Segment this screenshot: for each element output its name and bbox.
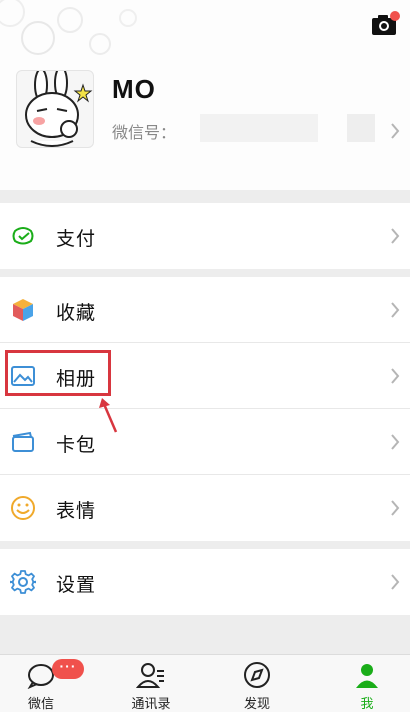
contacts-icon (136, 663, 164, 688)
avatar[interactable] (16, 70, 94, 148)
tab-contacts[interactable]: 通讯录 (110, 655, 192, 712)
menu-item-pay[interactable]: 支付 (0, 203, 410, 269)
wallet-icon (12, 227, 34, 245)
menu-item-stickers[interactable]: 表情 (0, 475, 410, 541)
tab-discover[interactable]: 发现 (216, 655, 298, 712)
person-icon (356, 664, 378, 688)
menu-label-cards: 卡包 (56, 435, 97, 456)
tab-me[interactable]: 我 (326, 655, 408, 712)
tab-label-contacts: 通讯录 (131, 696, 171, 711)
bottom-tab-bar: ··· 微信 通讯录 发现 我 (0, 654, 410, 712)
camera-icon[interactable] (370, 10, 400, 38)
chevron-right-icon (391, 368, 400, 384)
unread-badge: ··· (52, 659, 84, 679)
chevron-right-icon (391, 434, 400, 450)
bubble-decoration (0, 0, 137, 55)
gear-icon (10, 570, 36, 594)
menu-item-settings[interactable]: 设置 (0, 549, 410, 615)
album-highlight-box (5, 350, 111, 396)
compass-icon (244, 662, 270, 688)
menu-item-favorites[interactable]: 收藏 (0, 277, 410, 343)
menu-label-pay: 支付 (56, 229, 97, 250)
menu-label-favorites: 收藏 (56, 303, 97, 324)
menu-item-cards[interactable]: 卡包 (0, 409, 410, 475)
wechat-id-redacted (200, 114, 318, 142)
tab-label-discover: 发现 (243, 696, 270, 711)
smile-icon (11, 496, 35, 520)
profile-header[interactable]: MO 微信号： (0, 0, 410, 190)
chevron-right-icon (391, 574, 400, 590)
qr-code-icon[interactable] (347, 114, 375, 142)
cube-icon (13, 299, 33, 321)
tab-chats[interactable]: ··· 微信 (0, 655, 84, 712)
wechat-id-label: 微信号： (112, 125, 177, 142)
menu-label-stickers: 表情 (56, 501, 97, 522)
chevron-right-icon (391, 302, 400, 318)
chevron-right-icon (391, 228, 400, 244)
chevron-right-icon (391, 500, 400, 516)
annotation-arrow-icon (99, 398, 118, 433)
tab-label-me: 我 (360, 696, 374, 711)
chevron-right-icon (391, 123, 400, 139)
menu-label-settings: 设置 (56, 575, 97, 596)
rabbit-avatar-image (25, 71, 93, 147)
card-icon (12, 431, 34, 452)
tab-label-chats: 微信 (27, 696, 54, 711)
nickname: MO (112, 74, 156, 104)
